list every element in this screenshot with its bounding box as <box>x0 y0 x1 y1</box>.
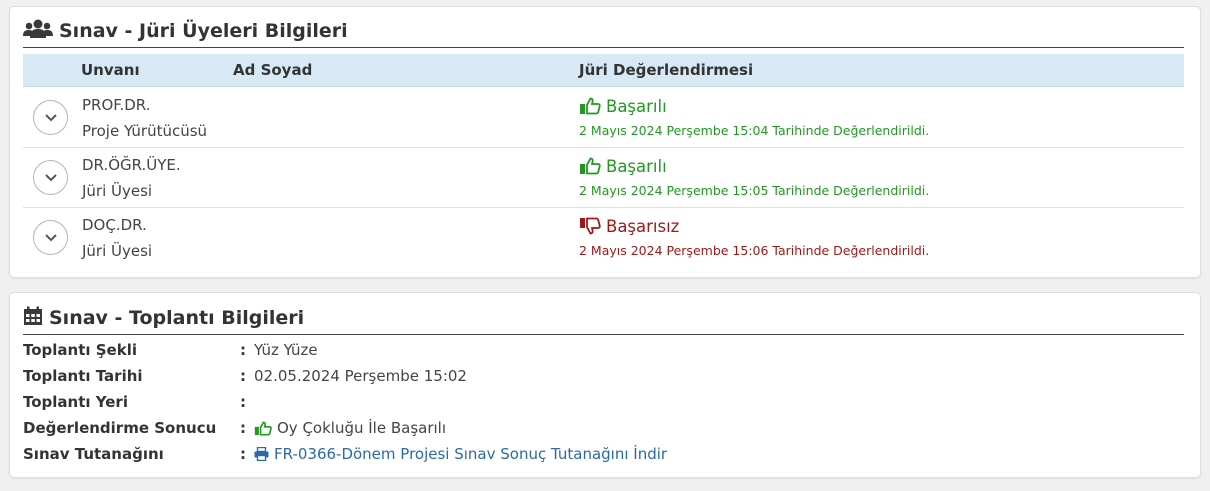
print-icon <box>254 447 269 461</box>
rol-text: Jüri Üyesi <box>82 182 153 200</box>
evaluation-status: Başarılı <box>579 153 929 179</box>
status-text: Başarılı <box>606 156 667 176</box>
evaluation-cell: Başarısız 2 Mayıs 2024 Perşembe 15:06 Ta… <box>579 213 930 259</box>
unvan-cell: DOÇ.DR. Jüri Üyesi <box>82 214 152 266</box>
expand-row-button[interactable] <box>33 160 68 195</box>
rol-text: Proje Yürütücüsü <box>82 122 208 140</box>
calendar-icon <box>23 306 43 331</box>
info-label: Toplantı Yeri <box>23 393 128 411</box>
info-row-tutanak: Sınav Tutanağını : FR-0366-Dönem Projesi… <box>23 441 667 467</box>
chevron-down-icon <box>44 173 57 181</box>
evaluation-date: 2 Mayıs 2024 Perşembe 15:06 Tarihinde De… <box>579 243 930 258</box>
status-text: Başarısız <box>606 216 680 236</box>
column-header-ad-soyad: Ad Soyad <box>233 61 313 79</box>
jury-members-card: Sınav - Jüri Üyeleri Bilgileri Unvanı Ad… <box>9 6 1201 278</box>
evaluation-cell: Başarılı 2 Mayıs 2024 Perşembe 15:05 Tar… <box>579 153 930 199</box>
meeting-section-title-text: Sınav - Toplantı Bilgileri <box>49 307 305 329</box>
unvan-text: PROF.DR. <box>82 96 151 114</box>
evaluation-cell: Başarılı 2 Mayıs 2024 Perşembe 15:04 Tar… <box>579 93 930 139</box>
chevron-down-icon <box>44 113 57 121</box>
evaluation-status: Başarılı <box>579 93 929 119</box>
thumbs-up-icon <box>580 157 601 175</box>
meeting-date-value: 02.05.2024 Perşembe 15:02 <box>254 367 467 385</box>
unvan-cell: PROF.DR. Proje Yürütücüsü <box>82 94 207 146</box>
status-text: Başarılı <box>606 96 667 116</box>
jury-table-header: Unvanı Ad Soyad Jüri Değerlendirmesi <box>23 54 1184 87</box>
info-row-yeri: Toplantı Yeri : <box>23 389 667 415</box>
redacted-value <box>254 392 364 412</box>
thumbs-down-icon <box>580 217 601 235</box>
thumbs-up-icon <box>580 97 601 115</box>
info-label: Sınav Tutanağını <box>23 445 164 463</box>
result-text: Oy Çokluğu İle Başarılı <box>277 419 447 437</box>
thumbs-up-icon <box>254 421 272 435</box>
info-row-tarihi: Toplantı Tarihi : 02.05.2024 Perşembe 15… <box>23 363 667 389</box>
column-header-unvan: Unvanı <box>81 61 140 79</box>
info-separator: : <box>240 341 246 359</box>
info-row-sonuc: Değerlendirme Sonucu : Oy Çokluğu İle Ba… <box>23 415 667 441</box>
chevron-down-icon <box>44 233 57 241</box>
meeting-section-title: Sınav - Toplantı Bilgileri <box>23 301 304 335</box>
table-row: PROF.DR. Proje Yürütücüsü Başarılı 2 May… <box>23 88 1184 148</box>
column-header-degerlendirme: Jüri Değerlendirmesi <box>579 61 754 79</box>
jury-section-title: Sınav - Jüri Üyeleri Bilgileri <box>23 14 348 48</box>
info-label: Toplantı Şekli <box>23 341 137 359</box>
unvan-text: DR.ÖĞR.ÜYE. <box>82 156 181 174</box>
info-separator: : <box>240 419 246 437</box>
download-report-link[interactable]: FR-0366-Dönem Projesi Sınav Sonuç Tutana… <box>254 445 667 463</box>
jury-section-title-text: Sınav - Jüri Üyeleri Bilgileri <box>59 20 348 42</box>
section-divider <box>23 334 1184 335</box>
rol-text: Jüri Üyesi <box>82 242 153 260</box>
info-separator: : <box>240 367 246 385</box>
evaluation-date: 2 Mayıs 2024 Perşembe 15:05 Tarihinde De… <box>579 183 930 198</box>
download-report-text: FR-0366-Dönem Projesi Sınav Sonuç Tutana… <box>274 445 668 463</box>
info-label: Değerlendirme Sonucu <box>23 419 217 437</box>
meeting-info-list: Toplantı Şekli : Yüz Yüze Toplantı Tarih… <box>23 337 667 467</box>
meeting-place-value <box>254 392 364 412</box>
table-row: DOÇ.DR. Jüri Üyesi Başarısız 2 Mayıs 202… <box>23 208 1184 268</box>
info-separator: : <box>240 445 246 463</box>
expand-row-button[interactable] <box>33 100 68 135</box>
meeting-info-card: Sınav - Toplantı Bilgileri Toplantı Şekl… <box>9 292 1201 478</box>
section-divider <box>23 47 1184 48</box>
users-icon <box>23 19 53 44</box>
info-row-sekli: Toplantı Şekli : Yüz Yüze <box>23 337 667 363</box>
evaluation-status: Başarısız <box>579 213 929 239</box>
expand-row-button[interactable] <box>33 220 68 255</box>
info-separator: : <box>240 393 246 411</box>
table-row: DR.ÖĞR.ÜYE. Jüri Üyesi Başarılı 2 Mayıs … <box>23 148 1184 208</box>
result-value: Oy Çokluğu İle Başarılı <box>254 419 446 437</box>
info-label: Toplantı Tarihi <box>23 367 143 385</box>
meeting-type-value: Yüz Yüze <box>254 341 318 359</box>
evaluation-date: 2 Mayıs 2024 Perşembe 15:04 Tarihinde De… <box>579 123 930 138</box>
unvan-text: DOÇ.DR. <box>82 216 147 234</box>
unvan-cell: DR.ÖĞR.ÜYE. Jüri Üyesi <box>82 154 181 206</box>
